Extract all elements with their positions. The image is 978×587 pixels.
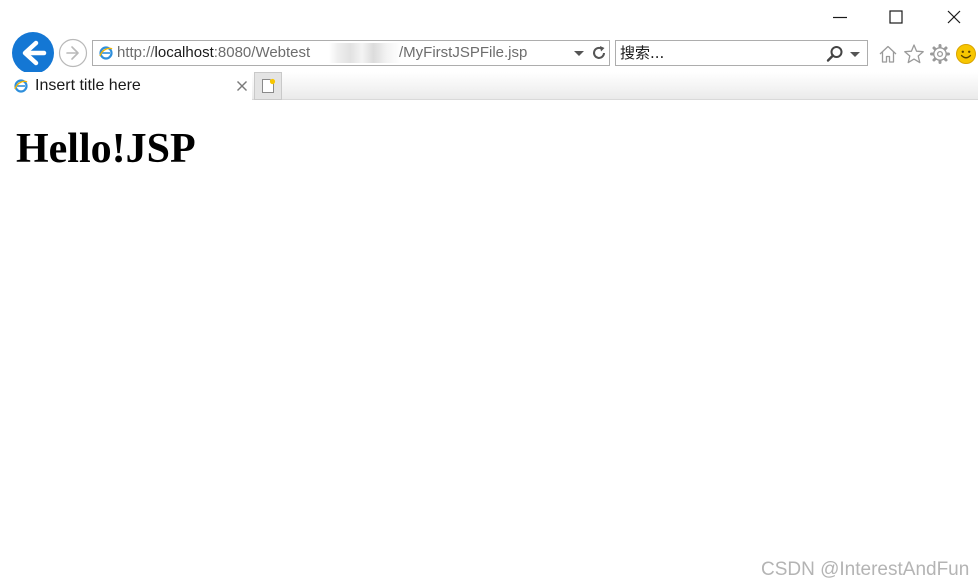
search-input[interactable] bbox=[620, 42, 816, 64]
address-host: localhost bbox=[154, 44, 214, 61]
search-box[interactable] bbox=[615, 40, 868, 66]
new-tab-button[interactable] bbox=[254, 72, 282, 100]
tab-strip-background bbox=[252, 72, 978, 100]
refresh-icon[interactable] bbox=[591, 45, 607, 61]
window-titlebar bbox=[0, 0, 978, 34]
back-arrow-icon bbox=[12, 32, 54, 74]
tab-active[interactable]: Insert title here bbox=[11, 72, 252, 100]
page-heading: Hello!JSP bbox=[16, 126, 196, 172]
address-bar[interactable]: http://localhost:8080/Webtest /MyFirstJS… bbox=[92, 40, 610, 66]
minimize-icon bbox=[833, 16, 847, 19]
watermark: CSDN @InterestAndFun bbox=[761, 559, 970, 580]
address-dropdown-icon[interactable] bbox=[573, 47, 585, 59]
minimize-button[interactable] bbox=[812, 0, 868, 34]
ie-favicon-icon bbox=[99, 46, 113, 60]
page-content: Hello!JSP CSDN @InterestAndFun bbox=[0, 100, 978, 587]
search-dropdown-icon[interactable] bbox=[849, 48, 861, 60]
new-tab-icon bbox=[262, 78, 276, 93]
search-icon[interactable] bbox=[826, 45, 844, 63]
tab-close-icon[interactable] bbox=[235, 79, 249, 93]
favorites-star-icon[interactable] bbox=[903, 43, 925, 65]
close-window-button[interactable] bbox=[926, 0, 978, 34]
address-redacted-segment bbox=[329, 43, 401, 63]
navigation-bar: http://localhost:8080/Webtest /MyFirstJS… bbox=[0, 32, 978, 74]
address-path: :8080/Webtest bbox=[213, 44, 311, 61]
close-icon bbox=[947, 10, 961, 24]
back-button[interactable] bbox=[11, 32, 55, 74]
tab-title: Insert title here bbox=[35, 77, 141, 94]
address-url-text: http://localhost:8080/Webtest bbox=[117, 41, 310, 65]
address-path-file: /MyFirstJSPFile.jsp bbox=[399, 44, 528, 61]
feedback-smiley-icon[interactable] bbox=[955, 43, 977, 65]
settings-gear-icon[interactable] bbox=[929, 43, 951, 65]
forward-button[interactable] bbox=[58, 38, 88, 68]
home-icon[interactable] bbox=[877, 43, 899, 65]
tab-bar: Insert title here bbox=[0, 72, 978, 100]
maximize-icon bbox=[889, 10, 903, 24]
ie-favicon-icon bbox=[14, 79, 28, 93]
maximize-button[interactable] bbox=[868, 0, 924, 34]
address-scheme: http:// bbox=[117, 44, 155, 61]
forward-arrow-icon bbox=[58, 38, 88, 68]
